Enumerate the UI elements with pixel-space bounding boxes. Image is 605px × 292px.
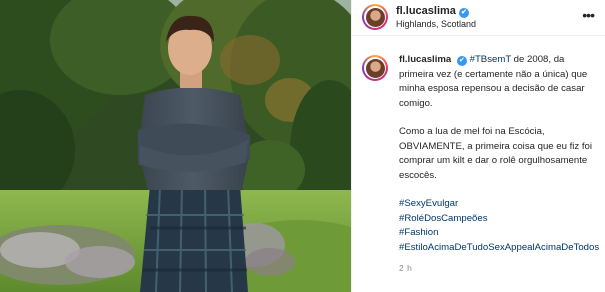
author-username[interactable]: fl.lucaslima <box>396 5 456 17</box>
caption-hashtags: #SexyEvulgar #RoléDosCampeões #Fashion #… <box>399 197 601 255</box>
caption-paragraph-2: Como a lua de mel foi na Escócia, OBVIAM… <box>399 126 593 181</box>
post-photo-illustration <box>0 0 351 292</box>
hashtag-link[interactable]: #Fashion <box>399 226 601 241</box>
avatar-image <box>365 7 385 27</box>
caption-paragraph-1: fl.lucaslima ✔ #TBsemT de 2008, da prime… <box>399 53 601 111</box>
author-username-row: fl.lucaslima ✔ <box>396 5 469 18</box>
post-location[interactable]: Highlands, Scotland <box>396 19 476 29</box>
hashtag-link[interactable]: #EstiloAcimaDeTudoSexAppealAcimaDeTodos <box>399 241 601 256</box>
verified-badge-icon: ✔ <box>458 8 469 18</box>
caption-avatar-ring-gap <box>364 57 386 79</box>
avatar-ring-gap <box>364 6 386 28</box>
more-options-icon[interactable]: ••• <box>582 8 595 22</box>
hashtag-link[interactable]: #RoléDosCampeões <box>399 212 601 227</box>
caption-avatar-image <box>365 58 385 78</box>
post-photo[interactable] <box>0 0 351 292</box>
post-side-panel: fl.lucaslima ✔ Highlands, Scotland ••• fl… <box>351 0 605 292</box>
hashtag-link[interactable]: #SexyEvulgar <box>399 197 601 212</box>
caption-avatar[interactable] <box>362 55 388 81</box>
caption-username[interactable]: fl.lucaslima <box>399 54 451 65</box>
caption-verified-badge-icon: ✔ <box>456 56 467 66</box>
caption-body: fl.lucaslima ✔ #TBsemT de 2008, da prime… <box>399 53 601 255</box>
hashtag-link[interactable]: #TBsemT <box>470 54 511 65</box>
post-header: fl.lucaslima ✔ Highlands, Scotland ••• <box>352 0 605 36</box>
post-timestamp[interactable]: 2 h <box>399 263 412 273</box>
author-avatar[interactable] <box>362 4 388 30</box>
